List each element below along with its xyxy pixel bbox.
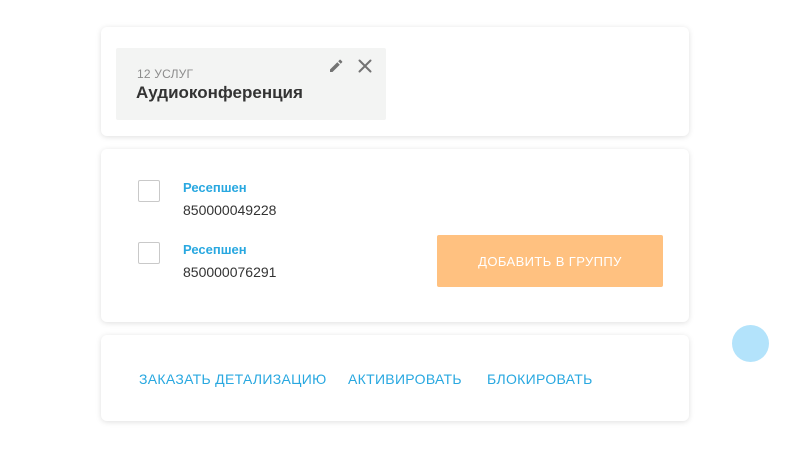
group-service-count: 12 УСЛУГ	[137, 67, 194, 81]
members-card: Ресепшен 850000049228 Ресепшен 850000076…	[101, 149, 689, 322]
list-item: Ресепшен 850000049228	[138, 179, 398, 223]
member-name-link[interactable]: Ресепшен	[183, 180, 247, 195]
floating-action-dot[interactable]	[732, 325, 769, 362]
member-checkbox[interactable]	[138, 242, 160, 264]
group-chip: 12 УСЛУГ Аудиоконференция	[116, 48, 386, 120]
activate-link[interactable]: АКТИВИРОВАТЬ	[348, 371, 462, 387]
member-number: 850000076291	[183, 264, 277, 280]
order-detail-link[interactable]: ЗАКАЗАТЬ ДЕТАЛИЗАЦИЮ	[139, 371, 327, 387]
group-card: 12 УСЛУГ Аудиоконференция	[101, 27, 689, 136]
member-number: 850000049228	[183, 202, 277, 218]
close-icon[interactable]	[357, 58, 373, 74]
actions-card: ЗАКАЗАТЬ ДЕТАЛИЗАЦИЮ АКТИВИРОВАТЬ БЛОКИР…	[101, 335, 689, 421]
add-to-group-button[interactable]: ДОБАВИТЬ В ГРУППУ	[437, 235, 663, 287]
member-name-link[interactable]: Ресепшен	[183, 242, 247, 257]
block-link[interactable]: БЛОКИРОВАТЬ	[487, 371, 593, 387]
list-item: Ресепшен 850000076291	[138, 241, 398, 285]
pencil-icon[interactable]	[328, 58, 344, 74]
member-checkbox[interactable]	[138, 180, 160, 202]
group-name: Аудиоконференция	[136, 83, 303, 102]
